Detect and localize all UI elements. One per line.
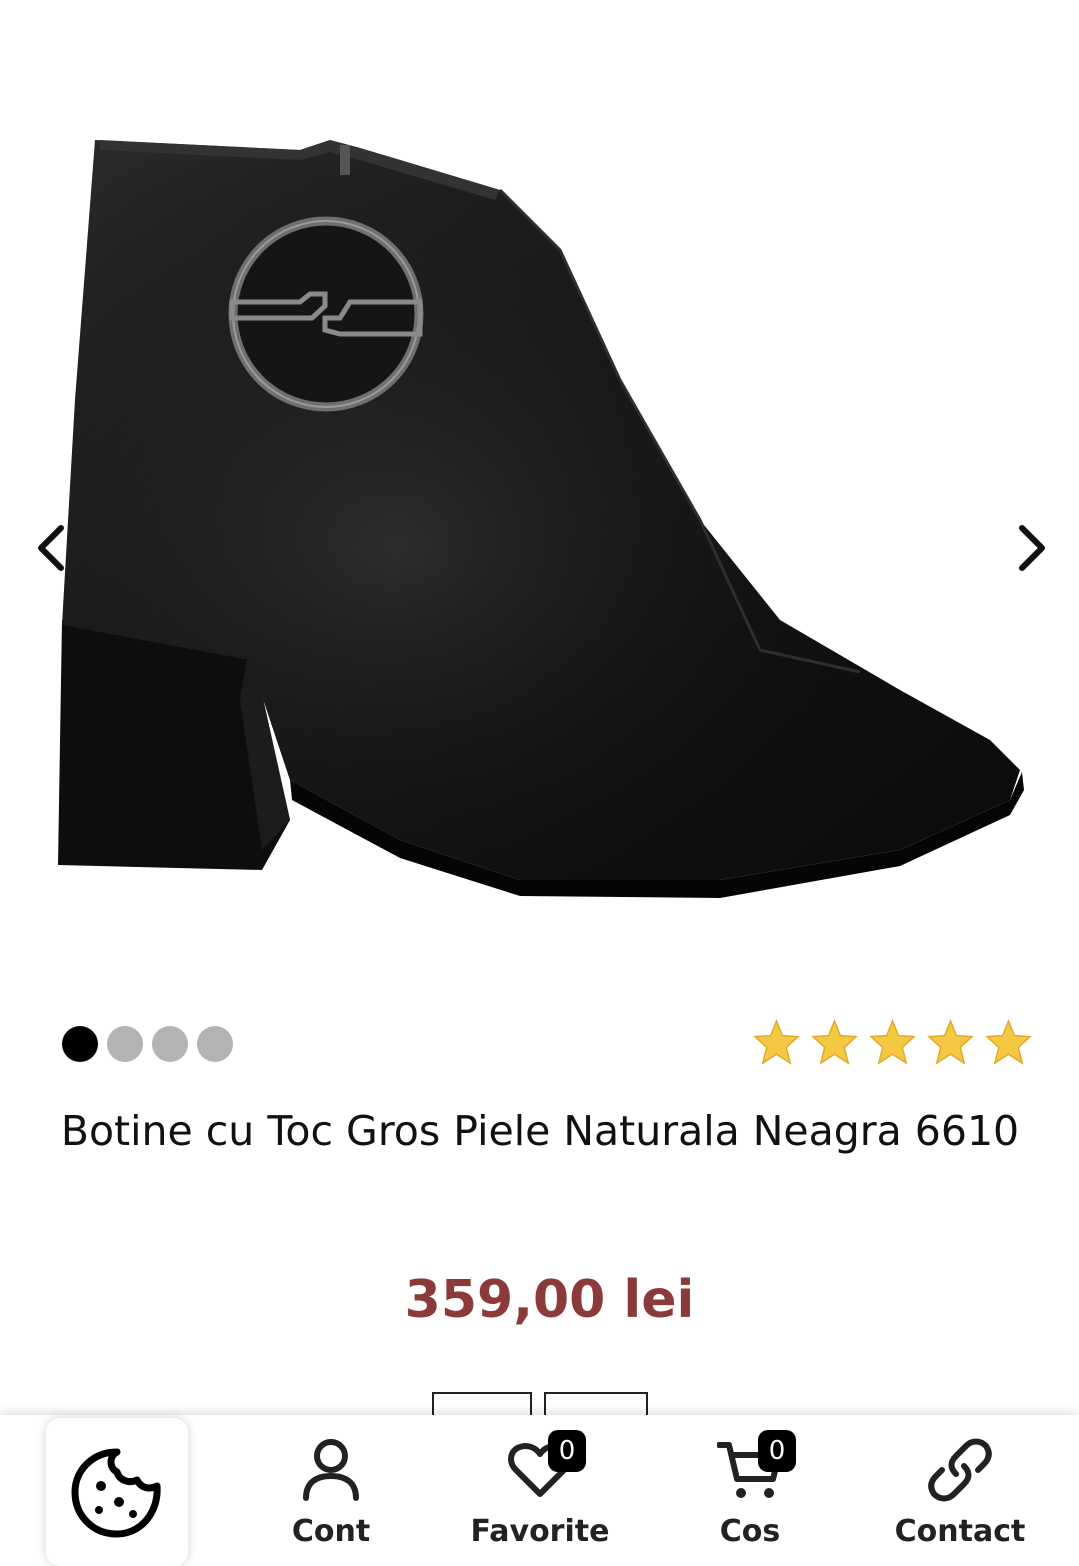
star-icon [869, 1018, 916, 1065]
product-image-gallery[interactable] [0, 0, 1079, 990]
star-icon [927, 1018, 974, 1065]
nav-account[interactable]: Cont [251, 1430, 411, 1560]
nav-contact-label: Contact [894, 1514, 1026, 1549]
user-icon [303, 1439, 359, 1501]
nav-account-label: Cont [291, 1514, 371, 1549]
star-icon [753, 1018, 800, 1065]
gallery-dot-4[interactable] [197, 1026, 233, 1062]
product-image [58, 140, 1024, 898]
nav-contact[interactable]: Contact [880, 1430, 1040, 1560]
gallery-prev-button[interactable] [20, 518, 80, 578]
cookie-settings-button[interactable] [46, 1418, 188, 1566]
cart-count-badge: 0 [758, 1430, 796, 1472]
product-title: Botine cu Toc Gros Piele Naturala Neagra… [60, 1107, 1020, 1155]
chevron-right-icon [1019, 525, 1045, 571]
product-price: 359,00 lei [404, 1270, 695, 1330]
gallery-pagination [62, 1026, 233, 1062]
nav-favorites-label: Favorite [470, 1514, 610, 1549]
chevron-left-icon [38, 525, 64, 571]
favorites-count-badge: 0 [548, 1430, 586, 1472]
nav-cart-label: Cos [719, 1514, 781, 1549]
gallery-next-button[interactable] [1003, 518, 1063, 578]
star-icon [985, 1018, 1032, 1065]
product-rating [752, 1018, 1033, 1067]
link-icon [928, 1438, 992, 1502]
star-icon [811, 1018, 858, 1065]
gallery-dot-1[interactable] [62, 1026, 98, 1062]
cookie-icon [71, 1448, 161, 1538]
nav-favorites[interactable]: 0 Favorite [460, 1430, 620, 1560]
gallery-dot-3[interactable] [152, 1026, 188, 1062]
nav-cart[interactable]: 0 Cos [670, 1430, 830, 1560]
gallery-dot-2[interactable] [107, 1026, 143, 1062]
